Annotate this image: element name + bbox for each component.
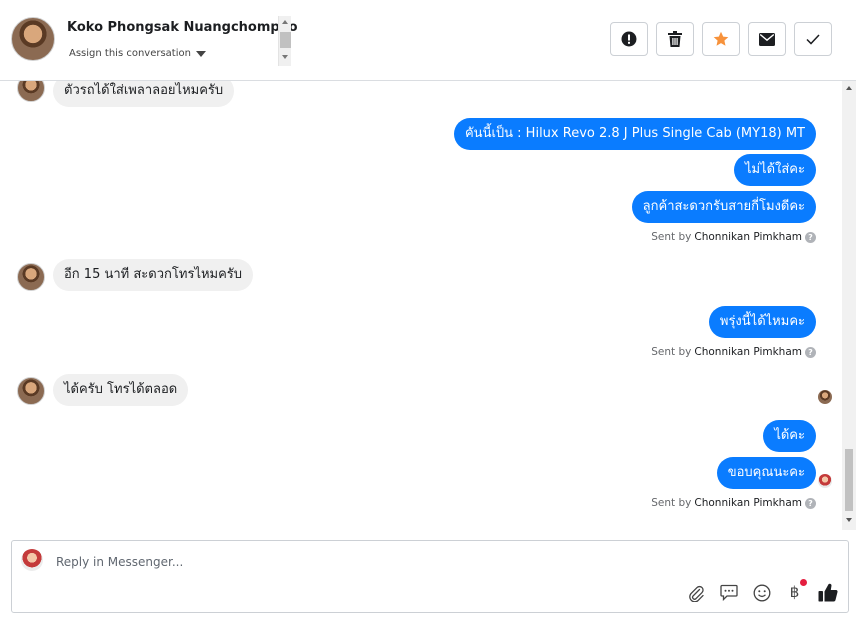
sent-by-agent[interactable]: Chonnikan Pimkham — [694, 497, 802, 509]
agent-avatar — [21, 549, 43, 571]
help-icon[interactable]: ? — [805, 231, 816, 243]
sender-avatar[interactable] — [17, 263, 45, 291]
saved-replies-button[interactable] — [718, 582, 739, 603]
reply-composer[interactable]: Reply in Messenger... ฿ — [11, 540, 849, 613]
exclamation-icon — [621, 31, 637, 47]
paperclip-icon — [688, 585, 704, 602]
help-icon[interactable]: ? — [805, 346, 816, 358]
thread-scrollbar[interactable] — [842, 81, 856, 530]
baht-icon: ฿ — [789, 583, 800, 601]
thumbs-up-icon — [818, 583, 838, 602]
outgoing-message[interactable]: ได้คะ — [763, 420, 816, 452]
sent-by-prefix: Sent by — [651, 497, 692, 509]
envelope-icon — [759, 32, 775, 46]
outgoing-message[interactable]: ลูกค้าสะดวกรับสายกี่โมงดีคะ — [631, 191, 816, 223]
delete-button[interactable] — [656, 22, 694, 56]
sent-by-label: Sent by Chonnikan Pimkham ? — [651, 231, 816, 243]
sender-avatar[interactable] — [17, 377, 45, 405]
contact-name[interactable]: Koko Phongsak Nuangchompoo — [67, 20, 298, 35]
scroll-up-arrow-icon[interactable] — [846, 86, 852, 90]
scroll-down-arrow-icon[interactable] — [846, 518, 852, 522]
trash-icon — [668, 31, 682, 47]
help-icon[interactable]: ? — [805, 497, 816, 509]
assign-label: Assign this conversation — [69, 48, 191, 59]
sent-by-agent[interactable]: Chonnikan Pimkham — [694, 231, 802, 243]
sent-by-agent[interactable]: Chonnikan Pimkham — [694, 346, 802, 358]
attach-button[interactable] — [685, 582, 706, 603]
outgoing-message[interactable]: ขอบคุณนะคะ — [716, 457, 816, 489]
sent-by-label: Sent by Chonnikan Pimkham ? — [651, 497, 816, 509]
header-actions — [610, 22, 832, 56]
star-button[interactable] — [702, 22, 740, 56]
report-button[interactable] — [610, 22, 648, 56]
like-button[interactable] — [817, 582, 838, 603]
outgoing-message[interactable]: ไม่ได้ใส่คะ — [733, 154, 816, 186]
read-receipt-avatar — [818, 390, 832, 404]
reply-input[interactable]: Reply in Messenger... — [56, 555, 183, 569]
mark-unread-button[interactable] — [748, 22, 786, 56]
check-icon — [806, 33, 820, 45]
outgoing-message[interactable]: พรุ่งนี้ได้ไหมคะ — [708, 306, 816, 338]
incoming-message[interactable]: ตัวรถได้ใส่เพลาลอยไหมครับ — [53, 81, 235, 107]
smiley-icon — [753, 584, 770, 601]
message-thread[interactable]: ตัวรถได้ใส่เพลาลอยไหมครับ คันนี้เป็น : H… — [0, 81, 842, 530]
mark-done-button[interactable] — [794, 22, 832, 56]
contact-avatar[interactable] — [11, 17, 55, 61]
sent-by-prefix: Sent by — [651, 231, 692, 243]
sent-by-prefix: Sent by — [651, 346, 692, 358]
messenger-conversation: Koko Phongsak Nuangchompoo Assign this c… — [0, 0, 856, 620]
payment-button[interactable]: ฿ — [784, 579, 807, 603]
incoming-message[interactable]: อีก 15 นาที สะดวกโทรไหมครับ — [53, 259, 254, 291]
conversation-header: Koko Phongsak Nuangchompoo Assign this c… — [0, 0, 856, 81]
scroll-thumb[interactable] — [845, 449, 853, 511]
scroll-down-arrow-icon[interactable] — [282, 55, 288, 59]
read-receipt-avatar — [818, 474, 832, 488]
sender-avatar[interactable] — [17, 81, 45, 102]
star-icon — [713, 31, 729, 46]
assign-conversation-dropdown[interactable]: Assign this conversation — [69, 48, 206, 59]
composer-toolbar: ฿ — [685, 579, 838, 603]
outgoing-message[interactable]: คันนี้เป็น : Hilux Revo 2.8 J Plus Singl… — [453, 118, 816, 150]
emoji-button[interactable] — [751, 582, 772, 603]
caret-down-icon — [195, 51, 206, 57]
scroll-thumb[interactable] — [280, 32, 291, 48]
header-scrollbar[interactable] — [278, 16, 291, 66]
sent-by-label: Sent by Chonnikan Pimkham ? — [651, 346, 816, 358]
incoming-message[interactable]: ได้ครับ โทรได้ตลอด — [53, 374, 189, 406]
speech-bubble-icon — [719, 584, 738, 601]
scroll-up-arrow-icon[interactable] — [282, 20, 288, 24]
notification-dot — [800, 579, 807, 586]
